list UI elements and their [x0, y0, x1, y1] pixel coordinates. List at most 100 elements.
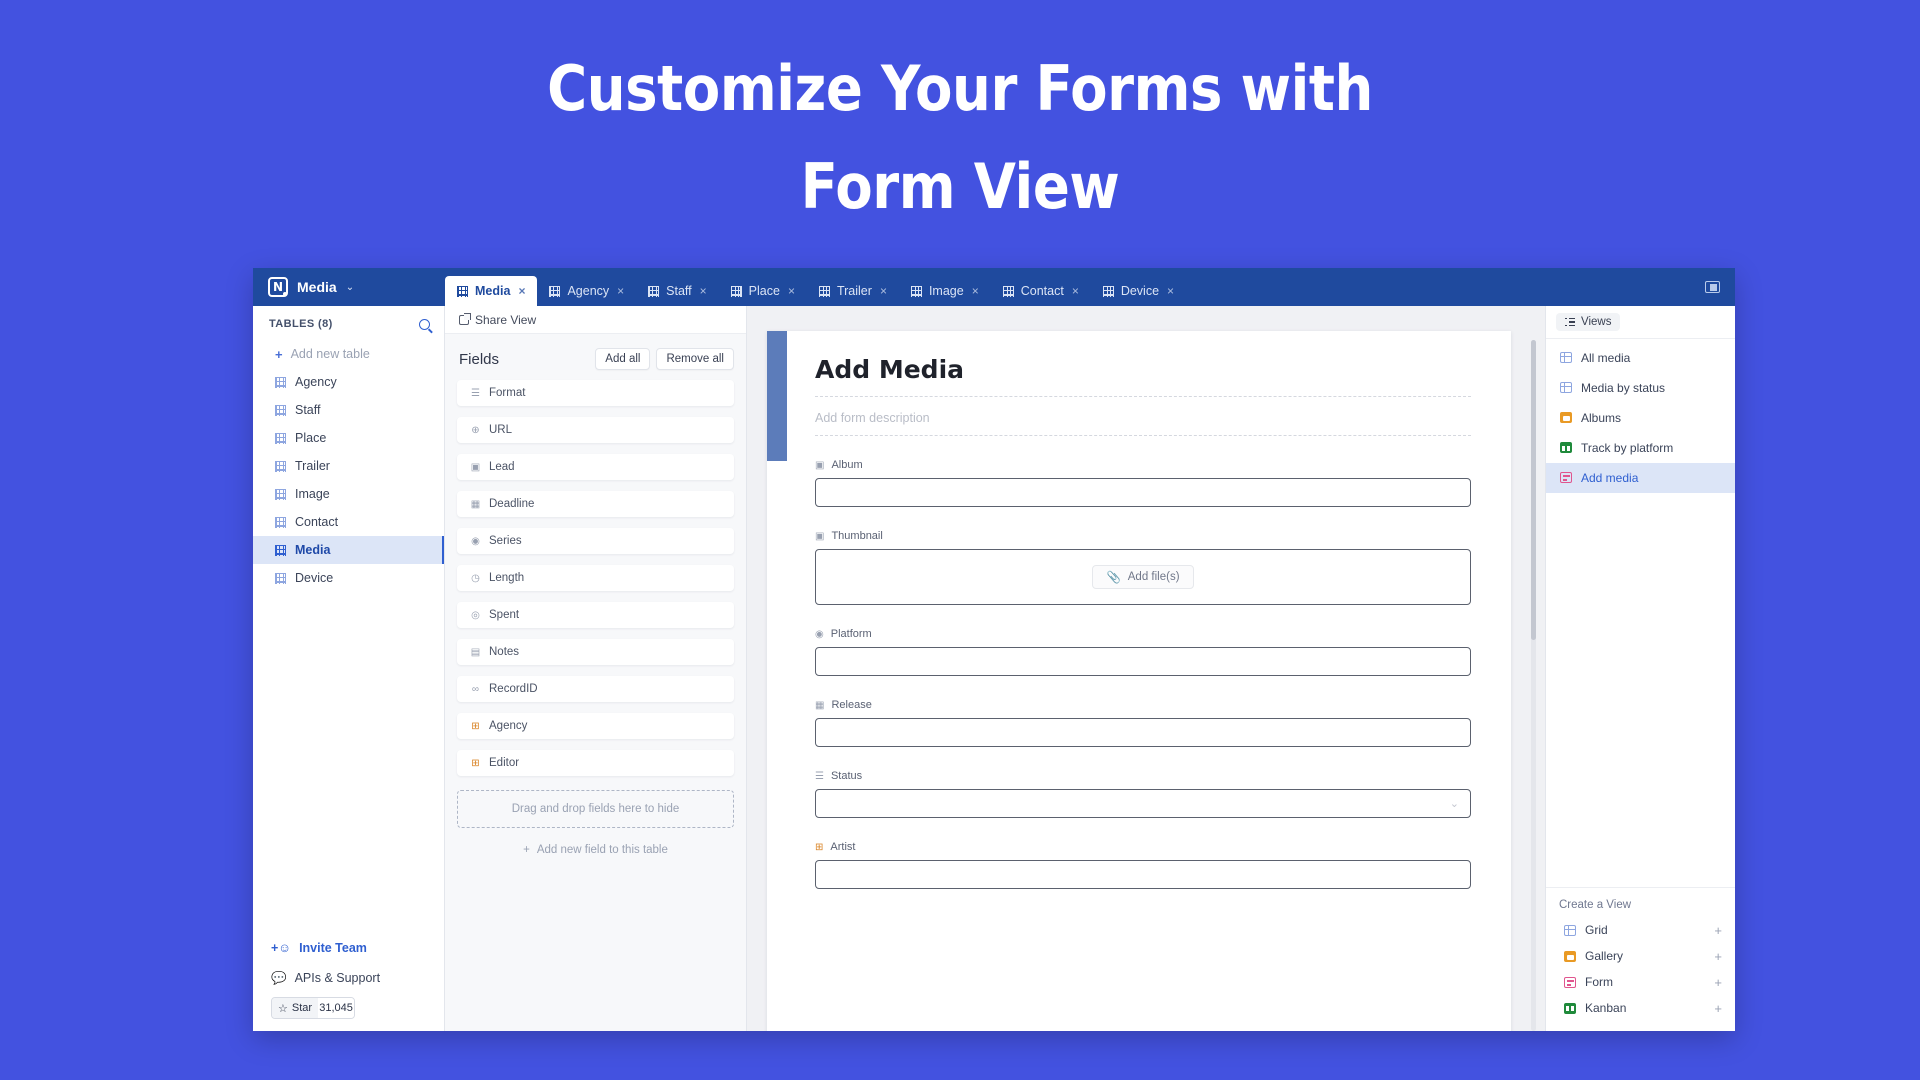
field-label: URL	[489, 424, 512, 436]
view-item-media-by-status[interactable]: Media by status	[1546, 373, 1735, 403]
chevron-down-icon[interactable]: ⌄	[346, 282, 354, 293]
plus-icon[interactable]: +	[1714, 1001, 1722, 1016]
form-description-input[interactable]: Add form description	[815, 397, 1471, 436]
table-tab-image[interactable]: Image ×	[899, 276, 991, 306]
sidebar-table-place[interactable]: Place	[253, 424, 444, 452]
close-icon[interactable]: ×	[788, 284, 795, 298]
create-view-form[interactable]: Form+	[1546, 969, 1735, 995]
hide-fields-dropzone[interactable]: Drag and drop fields here to hide	[457, 790, 734, 828]
field-card-url[interactable]: ⊕ URL	[457, 417, 734, 443]
form-field-input-artist[interactable]	[815, 860, 1471, 889]
create-view-kanban[interactable]: Kanban+	[1546, 995, 1735, 1021]
table-tab-staff[interactable]: Staff ×	[636, 276, 719, 306]
currency-icon: ◎	[470, 610, 481, 621]
view-label: Track by platform	[1581, 441, 1673, 455]
tables-sidebar: TABLES (8) +Add new tableAgencyStaffPlac…	[253, 306, 445, 1031]
create-view-gallery[interactable]: Gallery+	[1546, 943, 1735, 969]
form-field-input-status[interactable]: ⌄	[815, 789, 1471, 818]
field-card-spent[interactable]: ◎Spent	[457, 602, 734, 628]
close-icon[interactable]: ×	[518, 284, 525, 298]
app-topbar: N Media ⌄ Media×Agency×Staff×Place×Trail…	[253, 268, 1735, 306]
grid-table-icon	[275, 517, 286, 528]
sidebar-table-agency[interactable]: Agency	[253, 368, 444, 396]
form-title[interactable]: Add Media	[815, 355, 1471, 397]
globe-icon: ⊕	[470, 425, 481, 436]
add-files-button[interactable]: 📎Add file(s)	[1092, 565, 1193, 589]
close-icon[interactable]: ×	[972, 284, 979, 298]
table-tab-agency[interactable]: Agency×	[537, 276, 636, 306]
form-field-status: ☰Status⌄	[815, 770, 1471, 818]
view-item-track-by-platform[interactable]: Track by platform	[1546, 433, 1735, 463]
plus-icon[interactable]: +	[1714, 949, 1722, 964]
grid-table-icon	[275, 573, 286, 584]
field-card-series[interactable]: ◉Series	[457, 528, 734, 554]
table-tab-device[interactable]: Device×	[1091, 276, 1186, 306]
tab-label: Image	[929, 284, 964, 298]
remove-all-button[interactable]: Remove all	[656, 348, 734, 370]
add-new-table-button[interactable]: +Add new table	[253, 340, 444, 368]
search-icon[interactable]	[419, 319, 430, 330]
field-card-recordid[interactable]: ∞RecordID	[457, 676, 734, 702]
link-record-icon: ⊞	[470, 758, 481, 769]
app-window: N Media ⌄ Media×Agency×Staff×Place×Trail…	[253, 268, 1735, 1031]
plus-icon[interactable]: +	[1714, 975, 1722, 990]
table-tab-contact[interactable]: Contact×	[991, 276, 1091, 306]
add-new-field-button[interactable]: + Add new field to this table	[445, 844, 746, 856]
form-field-label-row: ▣Thumbnail	[815, 530, 1471, 542]
field-card-notes[interactable]: ▤Notes	[457, 639, 734, 665]
share-view-button[interactable]: Share View	[445, 306, 746, 334]
field-card-agency[interactable]: ⊞Agency	[457, 713, 734, 739]
add-all-button[interactable]: Add all	[595, 348, 650, 370]
close-icon[interactable]: ×	[700, 284, 707, 298]
invite-team-button[interactable]: +☺ Invite Team	[271, 933, 444, 963]
sidebar-table-contact[interactable]: Contact	[253, 508, 444, 536]
table-tab-media[interactable]: Media×	[445, 276, 537, 306]
close-icon[interactable]: ×	[617, 284, 624, 298]
sidebar-table-media[interactable]: Media	[253, 536, 444, 564]
grid-view-icon	[1559, 351, 1572, 364]
table-tab-place[interactable]: Place ×	[719, 276, 807, 306]
sidebar-table-trailer[interactable]: Trailer	[253, 452, 444, 480]
views-chip[interactable]: Views	[1556, 313, 1620, 331]
brand-area[interactable]: N Media ⌄	[253, 268, 445, 306]
chevron-down-icon[interactable]: ⌄	[1450, 797, 1459, 810]
close-icon[interactable]: ×	[880, 284, 887, 298]
panel-toggle-icon	[1705, 281, 1720, 293]
table-tab-trailer[interactable]: Trailer×	[807, 276, 899, 306]
grid-table-icon	[1103, 286, 1114, 297]
create-view-list: Grid+Gallery+Form+Kanban+	[1546, 917, 1735, 1021]
view-item-add-media[interactable]: Add media	[1546, 463, 1735, 493]
plus-icon[interactable]: +	[1714, 923, 1722, 938]
sidebar-table-staff[interactable]: Staff	[253, 396, 444, 424]
form-scrollbar-thumb[interactable]	[1531, 340, 1536, 640]
form-field-input-release[interactable]	[815, 718, 1471, 747]
tab-label: Place	[749, 284, 780, 298]
close-icon[interactable]: ×	[1167, 284, 1174, 298]
promo-banner: Customize Your Forms with Form View	[0, 0, 1920, 236]
field-card-lead[interactable]: ▣Lead	[457, 454, 734, 480]
view-label: All media	[1581, 351, 1630, 365]
create-view-section: Create a View Grid+Gallery+Form+Kanban+	[1546, 887, 1735, 1031]
table-label: Staff	[295, 403, 320, 417]
attachment-icon: ▣	[815, 531, 824, 542]
field-card-length[interactable]: ◷Length	[457, 565, 734, 591]
field-card-format[interactable]: ☰Format	[457, 380, 734, 406]
field-card-deadline[interactable]: ▦Deadline	[457, 491, 734, 517]
sidebar-table-image[interactable]: Image	[253, 480, 444, 508]
apis-support-button[interactable]: 💬 APIs & Support	[271, 963, 444, 993]
form-field-input-platform[interactable]	[815, 647, 1471, 676]
sidebar-table-device[interactable]: Device	[253, 564, 444, 592]
field-card-editor[interactable]: ⊞Editor	[457, 750, 734, 776]
view-item-all-media[interactable]: All media	[1546, 343, 1735, 373]
tab-label: Staff	[666, 284, 691, 298]
create-view-grid[interactable]: Grid +	[1546, 917, 1735, 943]
close-icon[interactable]: ×	[1072, 284, 1079, 298]
form-scrollbar[interactable]	[1531, 340, 1536, 1031]
form-field-input-thumbnail[interactable]: 📎Add file(s)	[815, 549, 1471, 605]
create-view-label: Grid	[1585, 923, 1608, 937]
view-item-albums[interactable]: Albums	[1546, 403, 1735, 433]
form-field-input-album[interactable]	[815, 478, 1471, 507]
toggle-right-panel-button[interactable]	[1689, 268, 1735, 306]
form-field-label: Release	[831, 699, 871, 711]
github-star-badge[interactable]: ☆ Star 31,045	[271, 997, 355, 1019]
